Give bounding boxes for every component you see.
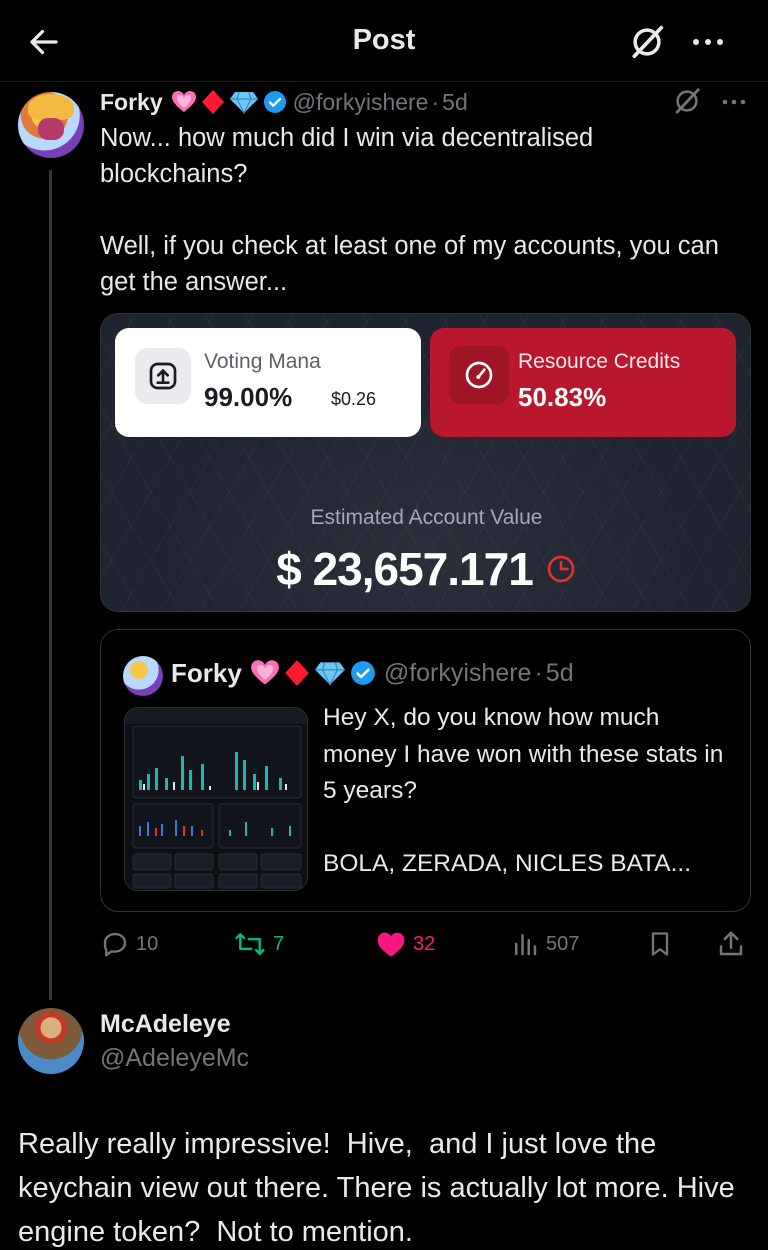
author-name[interactable]: Forky bbox=[100, 89, 163, 116]
post-time[interactable]: 5d bbox=[442, 89, 468, 116]
heart-icon bbox=[377, 932, 405, 957]
estimated-value: $ 23,657.171 bbox=[276, 543, 534, 595]
verified-badge-icon bbox=[263, 91, 286, 113]
quoted-profile-emojis bbox=[250, 659, 376, 687]
voting-mana-label: Voting Mana bbox=[204, 350, 321, 373]
reply-count: 10 bbox=[136, 932, 159, 955]
heart-sparkle-emoji-icon bbox=[250, 660, 279, 685]
voting-mana-usd: $0.26 bbox=[331, 389, 377, 409]
dashboard-screenshot-thumbnail bbox=[125, 708, 307, 889]
share-icon bbox=[719, 931, 743, 956]
separator-dot: · bbox=[431, 88, 440, 115]
like-button[interactable]: 32 bbox=[375, 926, 435, 962]
red-diamond-icon bbox=[201, 90, 224, 114]
quoted-post[interactable]: Forky @forkyishere · 5d Hey X, do you kn… bbox=[100, 629, 751, 912]
avatar[interactable] bbox=[18, 92, 84, 158]
grok-icon bbox=[632, 25, 664, 59]
reply-icon bbox=[103, 932, 127, 957]
quoted-author-handle: @forkyishere bbox=[383, 658, 532, 687]
gem-icon bbox=[314, 662, 345, 686]
estimated-value-row: $ 23,657.171 bbox=[101, 542, 750, 596]
post-more-button[interactable] bbox=[718, 86, 750, 118]
share-button[interactable] bbox=[716, 926, 746, 962]
resource-credits-label: Resource Credits bbox=[518, 350, 681, 373]
bookmark-button[interactable] bbox=[646, 926, 674, 962]
reply-author-handle[interactable]: @AdeleyeMc bbox=[100, 1044, 249, 1073]
repost-icon bbox=[235, 933, 265, 955]
verified-badge-icon bbox=[350, 661, 375, 685]
gem-icon bbox=[229, 91, 258, 114]
more-dots-icon bbox=[722, 99, 746, 105]
post-grok-button[interactable] bbox=[672, 86, 704, 118]
like-count: 32 bbox=[413, 932, 436, 955]
post-header: Forky @forkyishere · 5d bbox=[100, 86, 468, 118]
quoted-post-time: 5d bbox=[545, 658, 574, 687]
gauge-icon bbox=[449, 346, 509, 404]
grok-button[interactable] bbox=[625, 20, 669, 64]
repost-button[interactable]: 7 bbox=[233, 926, 284, 962]
resource-credits-value: 50.83% bbox=[518, 382, 607, 412]
author-handle[interactable]: @forkyishere bbox=[293, 89, 429, 116]
views-count: 507 bbox=[546, 932, 580, 955]
thread-connector-line bbox=[49, 170, 52, 1000]
reply-button[interactable]: 10 bbox=[100, 926, 158, 962]
red-diamond-icon bbox=[284, 660, 309, 686]
quoted-author-name: Forky bbox=[171, 657, 242, 688]
post-text: Now... how much did I win via decentrali… bbox=[100, 124, 719, 296]
estimated-value-label: Estimated Account Value bbox=[310, 506, 543, 529]
repost-count: 7 bbox=[273, 932, 285, 955]
voting-mana-value: 99.00% bbox=[204, 382, 293, 412]
quoted-post-header: Forky @forkyishere · 5d bbox=[171, 656, 574, 690]
post-media-image[interactable]: Voting Mana 99.00% $0.26 Resource Credit… bbox=[100, 313, 751, 612]
separator-dot: · bbox=[534, 658, 543, 687]
upload-icon bbox=[135, 348, 191, 404]
more-options-button[interactable] bbox=[686, 20, 730, 64]
views-icon bbox=[515, 934, 537, 956]
resource-credits-card: Resource Credits 50.83% bbox=[430, 328, 736, 437]
reply-text: Really really impressive! Hive, and I ju… bbox=[18, 1128, 743, 1248]
voting-mana-card: Voting Mana 99.00% $0.26 bbox=[115, 328, 421, 437]
quoted-media-thumbnail[interactable] bbox=[124, 707, 308, 891]
clock-icon bbox=[547, 555, 575, 583]
post-actions-bar: 10 7 32 507 bbox=[100, 926, 751, 962]
bookmark-icon bbox=[651, 932, 669, 956]
reply-avatar[interactable] bbox=[18, 1008, 84, 1074]
views-button[interactable]: 507 bbox=[510, 926, 579, 962]
reply-author-name[interactable]: McAdeleye bbox=[100, 1010, 231, 1039]
more-dots-icon bbox=[693, 39, 723, 45]
top-bar: Post bbox=[0, 0, 768, 82]
quoted-post-text: Hey X, do you know how much money I have… bbox=[323, 704, 724, 877]
grok-icon bbox=[675, 88, 700, 114]
heart-sparkle-emoji-icon bbox=[171, 91, 196, 112]
profile-emojis bbox=[171, 89, 287, 115]
quoted-avatar bbox=[123, 656, 163, 696]
